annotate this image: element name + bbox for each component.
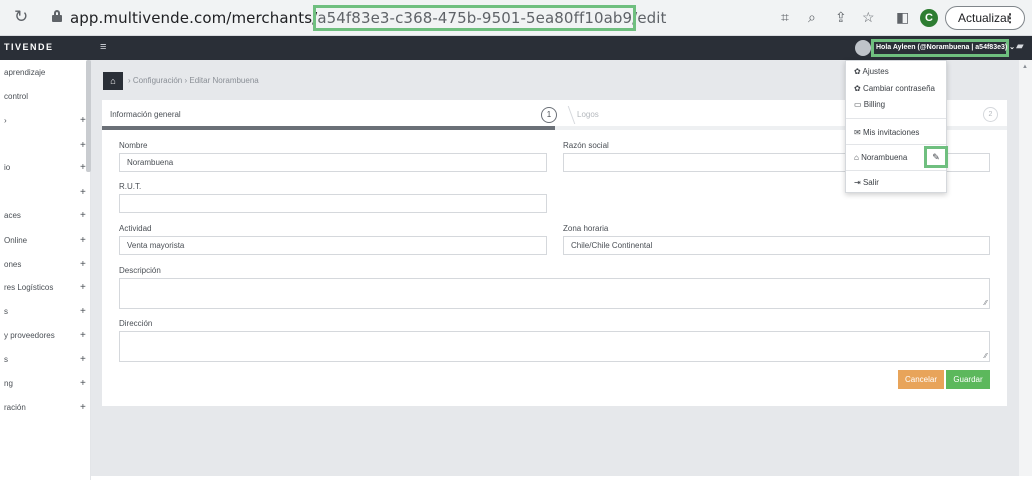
- zona-horaria-select[interactable]: Chile/Chile Continental: [563, 236, 990, 255]
- descripcion-textarea[interactable]: ⁄⁄: [119, 278, 990, 309]
- sidebar-item[interactable]: control: [4, 92, 28, 101]
- user-dropdown-menu: [845, 60, 947, 193]
- expand-plus-icon[interactable]: +: [80, 306, 86, 317]
- app-navbar: TIVENDE ≡ Hola Ayleen (@Norambuena | a54…: [0, 36, 1032, 60]
- update-label: Actualizar: [958, 11, 1011, 25]
- menu-divider: [846, 118, 946, 119]
- tab-step-2: 2: [983, 107, 998, 122]
- reload-icon[interactable]: ↻: [14, 7, 28, 27]
- direccion-textarea[interactable]: ⁄⁄: [119, 331, 990, 362]
- sidebar-item[interactable]: y proveedores: [4, 331, 55, 340]
- expand-plus-icon[interactable]: +: [80, 187, 86, 198]
- menu-item-label: Billing: [863, 100, 886, 109]
- resize-grip-icon[interactable]: ⁄⁄: [985, 300, 987, 307]
- menu-item-label: Cambiar contraseña: [862, 84, 935, 93]
- sidebar-item[interactable]: ones: [4, 260, 21, 269]
- descripcion-label: Descripción: [119, 266, 161, 275]
- menu-divider: [846, 144, 946, 145]
- tab-step-1: 1: [541, 107, 557, 123]
- actividad-label: Actividad: [119, 224, 152, 233]
- sidebar-item[interactable]: Online: [4, 236, 27, 245]
- cancel-button[interactable]: Cancelar: [898, 370, 944, 389]
- nombre-label: Nombre: [119, 141, 148, 150]
- expand-plus-icon[interactable]: +: [80, 402, 86, 413]
- save-button[interactable]: Guardar: [946, 370, 990, 389]
- bookmark-star-icon[interactable]: ☆: [862, 9, 875, 26]
- wizard-progress-fill: [102, 126, 555, 130]
- brand-logo[interactable]: TIVENDE: [4, 42, 54, 52]
- url-text[interactable]: app.multivende.com/merchants/a54f83e3-c3…: [70, 5, 667, 31]
- direccion-label: Dirección: [119, 319, 153, 328]
- profile-avatar[interactable]: C: [920, 9, 938, 27]
- expand-plus-icon[interactable]: +: [80, 115, 86, 126]
- sidebar-item[interactable]: aces: [4, 211, 21, 220]
- rut-input[interactable]: [119, 194, 547, 213]
- expand-plus-icon[interactable]: +: [80, 259, 86, 270]
- browser-toolbar: ↻ app.multivende.com/merchants/a54f83e3-…: [0, 0, 1032, 36]
- expand-plus-icon[interactable]: +: [80, 140, 86, 151]
- zoom-icon[interactable]: ⌕: [808, 9, 816, 26]
- menu-divider: [846, 170, 946, 171]
- sidebar-item[interactable]: aprendizaje: [4, 68, 45, 77]
- menu-item-billing[interactable]: ▭ Billing: [854, 100, 885, 109]
- tab-logos[interactable]: Logos: [577, 110, 599, 119]
- tab-informacion-general[interactable]: Información general: [110, 110, 181, 119]
- sidebar-item[interactable]: s: [4, 307, 8, 316]
- menu-item-label: Ajustes: [862, 67, 889, 76]
- chat-icon[interactable]: ▰: [1016, 41, 1024, 52]
- home-icon: ⌂: [854, 153, 862, 162]
- expand-plus-icon[interactable]: +: [80, 235, 86, 246]
- scroll-up-icon[interactable]: ▲: [1022, 64, 1028, 70]
- menu-item-ajustes[interactable]: ✿ Ajustes: [854, 67, 889, 76]
- browser-menu-icon[interactable]: ⋮: [1004, 7, 1016, 29]
- menu-item-cambiar-contrasena[interactable]: ✿ Cambiar contraseña: [854, 84, 935, 93]
- page-scrollbar[interactable]: ▲: [1019, 60, 1032, 476]
- zona-horaria-label: Zona horaria: [563, 224, 609, 233]
- menu-item-invitaciones[interactable]: ✉ Mis invitaciones: [854, 128, 919, 137]
- sidebar-item[interactable]: res Logísticos: [4, 283, 53, 292]
- user-menu-toggle[interactable]: Hola Ayleen (@Norambuena | a54f83e3) ⌄: [871, 39, 1015, 57]
- logout-icon: ⇥: [854, 178, 863, 187]
- expand-plus-icon[interactable]: +: [80, 282, 86, 293]
- expand-plus-icon[interactable]: +: [80, 378, 86, 389]
- share-icon[interactable]: ⇪: [835, 9, 847, 26]
- menu-item-label: Salir: [862, 178, 879, 187]
- expand-plus-icon[interactable]: +: [80, 354, 86, 365]
- expand-plus-icon[interactable]: +: [80, 210, 86, 221]
- sidebar: [0, 60, 91, 480]
- gear-icon: ✿: [854, 84, 863, 93]
- lock-icon[interactable]: [52, 10, 62, 22]
- home-icon[interactable]: ⌂: [103, 72, 123, 90]
- update-button[interactable]: Actualizar ⋮: [945, 6, 1025, 30]
- resize-grip-icon[interactable]: ⁄⁄: [985, 353, 987, 360]
- side-panel-icon[interactable]: ◧: [896, 9, 909, 26]
- nombre-input[interactable]: [119, 153, 547, 172]
- translate-icon[interactable]: ⌗: [781, 9, 789, 26]
- menu-item-label: Mis invitaciones: [862, 128, 920, 137]
- user-avatar[interactable]: [855, 40, 871, 56]
- url-merchant-id: a54f83e3-c368-475b-9501-5ea80ff10ab9: [313, 5, 637, 31]
- razon-social-label: Razón social: [563, 141, 609, 150]
- sidebar-item[interactable]: ng: [4, 379, 13, 388]
- sidebar-item[interactable]: ›: [4, 116, 7, 125]
- menu-item-salir[interactable]: ⇥ Salir: [854, 178, 879, 187]
- rut-label: R.U.T.: [119, 182, 142, 191]
- credit-card-icon: ▭: [854, 100, 864, 109]
- menu-item-label: Norambuena: [861, 153, 908, 162]
- actividad-select[interactable]: Venta mayorista: [119, 236, 547, 255]
- envelope-icon: ✉: [854, 128, 863, 137]
- expand-plus-icon[interactable]: +: [80, 330, 86, 341]
- menu-item-merchant[interactable]: ⌂ Norambuena: [854, 153, 907, 162]
- edit-merchant-icon[interactable]: ✎: [924, 146, 948, 168]
- sidebar-item[interactable]: io: [4, 163, 10, 172]
- menu-toggle-icon[interactable]: ≡: [100, 41, 106, 53]
- url-suffix: /edit: [632, 9, 667, 27]
- sidebar-item[interactable]: ración: [4, 403, 26, 412]
- breadcrumb: › Configuración › Editar Norambuena: [128, 76, 259, 85]
- expand-plus-icon[interactable]: +: [80, 162, 86, 173]
- url-prefix: app.multivende.com/merchants/: [70, 9, 318, 27]
- sidebar-item[interactable]: s: [4, 355, 8, 364]
